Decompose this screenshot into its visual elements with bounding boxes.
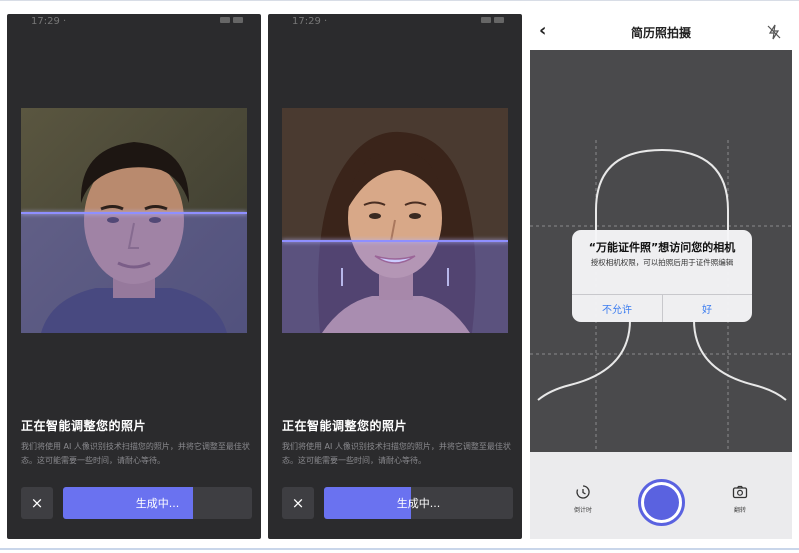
- scan-line: [282, 240, 508, 242]
- generating-button[interactable]: 生成中...: [324, 487, 513, 519]
- generating-button[interactable]: 生成中...: [63, 487, 252, 519]
- flip-camera-button[interactable]: 翻转: [718, 484, 762, 514]
- page-title: 简历照拍摄: [630, 25, 691, 40]
- portrait-photo-woman: [282, 108, 508, 333]
- timer-icon: [576, 485, 590, 499]
- camera-screen: ‹ 简历照拍摄 “万能证件照”想访问您的相机 授权相机权限，可以拍照后用于证件照…: [530, 14, 792, 539]
- bottom-border: [0, 548, 799, 550]
- status-icons: [481, 17, 504, 23]
- adjusting-title: 正在智能调整您的照片: [21, 419, 147, 433]
- adjusting-title: 正在智能调整您的照片: [282, 419, 408, 433]
- timer-button[interactable]: 倒计时: [561, 484, 605, 514]
- deny-button[interactable]: 不允许: [572, 294, 662, 322]
- dialog-title: “万能证件照”想访问您的相机: [588, 241, 736, 254]
- close-icon: ×: [30, 494, 44, 512]
- phone-screen-2: 17:29 · 正在智能调整您的照片 我们将使用 AI 人像识别技术扫描您的照片…: [268, 14, 522, 539]
- flash-off-icon[interactable]: [766, 24, 782, 40]
- generating-label: 生成中...: [396, 497, 441, 510]
- adjusting-description: 我们将使用 AI 人像识别技术扫描您的照片，并将它调整至最佳状态。这可能需要一些…: [21, 442, 250, 465]
- close-button[interactable]: ×: [21, 487, 53, 519]
- allow-button[interactable]: 好: [662, 294, 752, 322]
- scan-band: [21, 213, 247, 333]
- nav-bar: ‹ 简历照拍摄: [530, 14, 792, 50]
- generating-label: 生成中...: [135, 497, 180, 510]
- timer-label: 倒计时: [573, 507, 592, 514]
- flip-label: 翻转: [733, 507, 746, 514]
- dialog-message: 授权相机权限，可以拍照后用于证件照编辑: [590, 258, 734, 267]
- close-button[interactable]: ×: [282, 487, 314, 519]
- status-icons: [220, 17, 243, 23]
- scan-line: [21, 212, 247, 214]
- status-time: 17:29 ·: [292, 16, 328, 27]
- camera-permission-dialog: “万能证件照”想访问您的相机 授权相机权限，可以拍照后用于证件照编辑 不允许 好: [572, 230, 752, 322]
- back-icon[interactable]: ‹: [539, 20, 546, 41]
- camera-flip-icon: [732, 485, 748, 499]
- scan-band: [282, 241, 508, 333]
- status-time: 17:29 ·: [31, 16, 67, 27]
- shutter-inner: [644, 485, 679, 520]
- close-icon: ×: [291, 494, 305, 512]
- portrait-photo-man: [21, 108, 247, 333]
- top-border: [0, 0, 799, 1]
- phone-screen-1: 17:29 · 正在智能调整您的照片 我们将使用 AI 人像识别技术扫描您的照片…: [7, 14, 261, 539]
- camera-toolbar: 倒计时 翻转: [530, 452, 792, 539]
- adjusting-description: 我们将使用 AI 人像识别技术扫描您的照片，并将它调整至最佳状态。这可能需要一些…: [282, 442, 511, 465]
- shutter-button[interactable]: [638, 479, 685, 526]
